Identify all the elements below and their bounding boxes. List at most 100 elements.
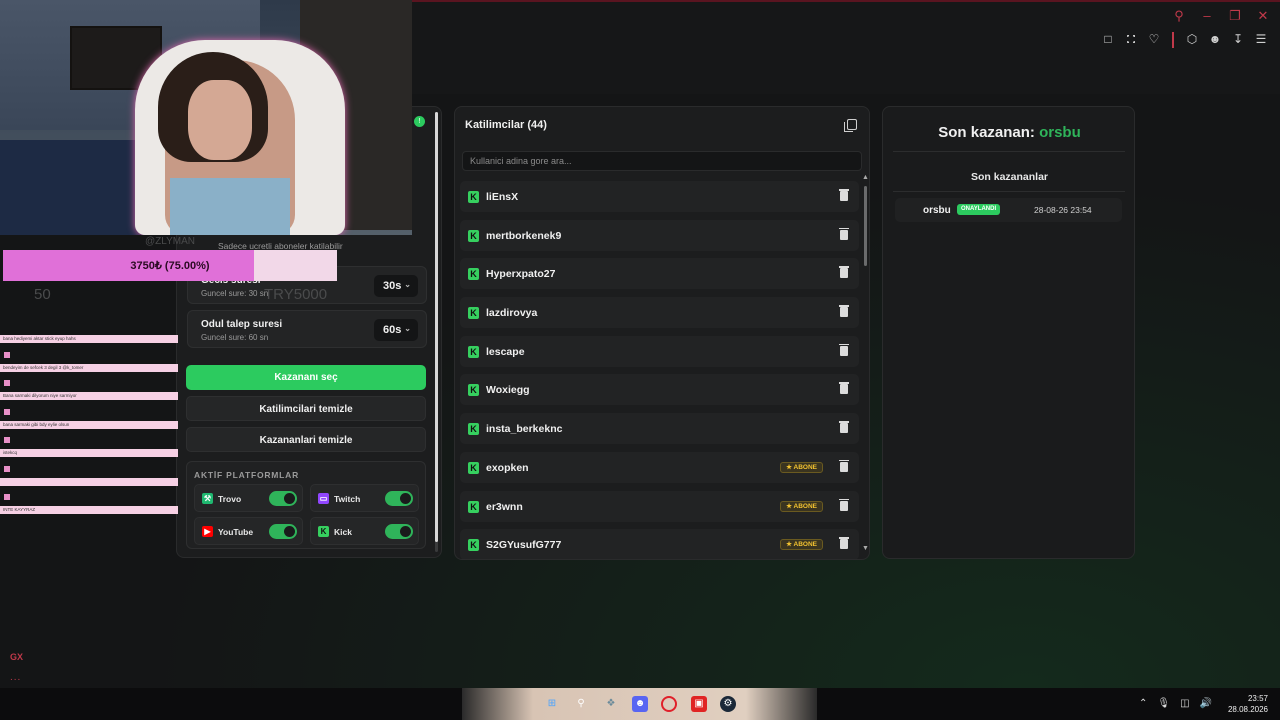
heart-icon[interactable]: ♡ bbox=[1145, 32, 1163, 48]
twitch-icon: ▭ bbox=[318, 493, 329, 504]
trash-icon[interactable] bbox=[839, 266, 849, 279]
windows-icon[interactable]: ⊞ bbox=[544, 696, 560, 712]
settings-scrollbar[interactable] bbox=[435, 112, 438, 552]
trash-icon[interactable] bbox=[839, 421, 849, 434]
trash-icon[interactable] bbox=[839, 459, 849, 472]
steam-icon[interactable]: ⚙ bbox=[720, 696, 736, 712]
platforms-card: AKTİF PLATFORMLAR ⚒ Trovo ▭ Twitch ▶ You… bbox=[186, 461, 426, 549]
shield-icon[interactable]: ⛚ bbox=[1122, 32, 1140, 48]
pick-winner-button[interactable]: Kazananı seç bbox=[186, 365, 426, 390]
clock[interactable]: 23:57 28.08.2026 bbox=[1228, 693, 1268, 715]
account-icon[interactable]: ☻ bbox=[1206, 32, 1224, 48]
participants-panel: Katilimcilar (44) KliEnsXKmertborkenek9K… bbox=[454, 106, 870, 560]
kick-icon: K bbox=[318, 526, 329, 537]
clock-date: 28.08.2026 bbox=[1227, 705, 1268, 714]
participant-row[interactable]: K Hyperxpato27 bbox=[460, 258, 859, 290]
chat-user-tag bbox=[4, 380, 10, 386]
download-icon[interactable]: ↧ bbox=[1229, 32, 1247, 48]
scrollbar-thumb[interactable] bbox=[435, 112, 438, 542]
chat-line: bendeyim de sefcek 3 degil 3 @k_tomer bbox=[0, 363, 178, 372]
browser-toolbar: □ ⛚ ♡ ⬡ ☻ ↧ ☰ bbox=[1099, 32, 1270, 48]
participant-row[interactable]: Kexopken ★ ABONE bbox=[460, 451, 859, 483]
minimize-icon[interactable]: – bbox=[1198, 8, 1216, 24]
participant-row[interactable]: Kmertborkenek9 bbox=[460, 219, 859, 251]
participant-name: exopken bbox=[486, 461, 529, 474]
clear-participants-button[interactable]: Katilimcilari temizle bbox=[186, 396, 426, 421]
clock-time: 23:57 bbox=[1247, 694, 1268, 703]
approved-badge: ONAYLANDI bbox=[957, 204, 1001, 215]
chat-user-tag bbox=[4, 408, 10, 415]
subscriber-badge: ★ ABONE bbox=[780, 539, 823, 551]
search-icon[interactable]: ⚲ bbox=[1170, 8, 1188, 24]
participant-row[interactable]: K Woxiegg bbox=[460, 374, 859, 406]
more-icon[interactable]: ... bbox=[10, 672, 21, 683]
participant-row[interactable]: Ker3wnn ★ ABONE bbox=[460, 490, 859, 522]
ghost-left-text: 50 bbox=[34, 286, 51, 303]
clear-winners-button[interactable]: Kazananlari temizle bbox=[186, 427, 426, 452]
trovo-toggle[interactable] bbox=[269, 491, 297, 506]
scrollbar-thumb[interactable] bbox=[864, 186, 867, 266]
discord-icon[interactable]: ☻ bbox=[632, 696, 648, 712]
mic-icon[interactable]: 🎙 bbox=[1157, 698, 1170, 709]
chevron-down-icon: ⌄ bbox=[404, 280, 411, 289]
widgets-icon[interactable]: ❖ bbox=[603, 696, 619, 712]
search-icon[interactable]: ⚲ bbox=[573, 696, 589, 712]
participant-row[interactable]: Klazdirovya bbox=[460, 297, 859, 329]
participant-row[interactable]: KliEnsX bbox=[460, 181, 859, 212]
copy-icon[interactable] bbox=[844, 119, 857, 132]
chat-line: Bana sarmaki dilyorum niye sarmiyor bbox=[0, 392, 178, 400]
webcam-top bbox=[170, 178, 290, 235]
trash-icon[interactable] bbox=[839, 189, 849, 201]
system-tray: ⌃ 🎙 ◫ 🔊 bbox=[1139, 698, 1212, 709]
timer-select[interactable]: 30s ⌄ bbox=[374, 275, 418, 297]
snapshot-icon[interactable]: □ bbox=[1099, 32, 1117, 48]
participant-name: mertborkenek9 bbox=[486, 229, 562, 242]
chevron-down-icon: ⌄ bbox=[404, 324, 411, 333]
trash-icon[interactable] bbox=[839, 227, 849, 240]
search-input[interactable] bbox=[462, 151, 862, 171]
volume-icon[interactable]: 🔊 bbox=[1200, 698, 1212, 709]
chevron-up-icon[interactable]: ⌃ bbox=[1139, 698, 1147, 709]
chevron-down-icon[interactable]: ▼ bbox=[862, 545, 869, 552]
youtube-toggle[interactable] bbox=[269, 524, 297, 539]
chat-line: istekcq bbox=[0, 449, 178, 457]
box-icon[interactable]: ⬡ bbox=[1183, 32, 1201, 48]
twitch-toggle[interactable] bbox=[385, 491, 413, 506]
network-icon[interactable]: ◫ bbox=[1180, 698, 1189, 709]
chevron-up-icon[interactable]: ▲ bbox=[862, 174, 869, 181]
recent-winners-heading: Son kazananlar bbox=[970, 171, 1049, 183]
kick-icon: K bbox=[468, 500, 479, 513]
trash-icon[interactable] bbox=[839, 498, 849, 511]
participant-name: lescape bbox=[486, 345, 525, 358]
participant-row[interactable]: Klescape bbox=[460, 335, 859, 367]
toolbar-separator bbox=[1172, 32, 1174, 48]
trash-icon[interactable] bbox=[839, 537, 849, 550]
participant-row[interactable]: Kinsta_berkeknc bbox=[460, 413, 859, 445]
platform-name: YouTube bbox=[218, 527, 254, 537]
kick-toggle[interactable] bbox=[385, 524, 413, 539]
platform-trovo: ⚒ Trovo bbox=[194, 484, 303, 512]
subscriber-badge: ★ ABONE bbox=[780, 500, 823, 512]
close-icon[interactable]: ✕ bbox=[1254, 8, 1272, 24]
timer-sub: Guncel sure: 30 sn bbox=[201, 289, 269, 298]
trovo-icon: ⚒ bbox=[202, 493, 213, 504]
participant-name: insta_berkeknc bbox=[486, 423, 563, 436]
trash-icon[interactable] bbox=[839, 382, 849, 395]
participant-row[interactable]: K S2GYusufG777 ★ ABONE bbox=[460, 529, 859, 559]
restore-icon[interactable]: ❐ bbox=[1226, 8, 1244, 24]
roblox-icon[interactable]: ▣ bbox=[691, 696, 707, 712]
taskbar: ⊞ ⚲ ❖ ☻ ▣ ⚙ ⌃ 🎙 ◫ 🔊 23:57 28.08.2026 bbox=[0, 688, 1280, 720]
gx-button[interactable]: GX bbox=[10, 652, 23, 662]
trash-icon[interactable] bbox=[839, 305, 849, 318]
kick-icon: K bbox=[468, 423, 479, 436]
menu-icon[interactable]: ☰ bbox=[1252, 32, 1270, 48]
claim-select[interactable]: 60s ⌄ bbox=[374, 319, 418, 341]
chat-user-tag bbox=[4, 351, 10, 358]
platform-twitch: ▭ Twitch bbox=[310, 484, 419, 512]
trash-icon[interactable] bbox=[839, 343, 849, 356]
participants-scrollbar[interactable]: ▲ ▼ bbox=[862, 174, 869, 556]
webcam-overlay bbox=[0, 0, 412, 235]
ghost-right-text: TRY5000 bbox=[264, 286, 328, 303]
opera-gx-icon[interactable] bbox=[661, 696, 677, 712]
participant-list: KliEnsX Kmertborkenek9 K Hyperxpato27 Klazdi… bbox=[460, 181, 859, 559]
